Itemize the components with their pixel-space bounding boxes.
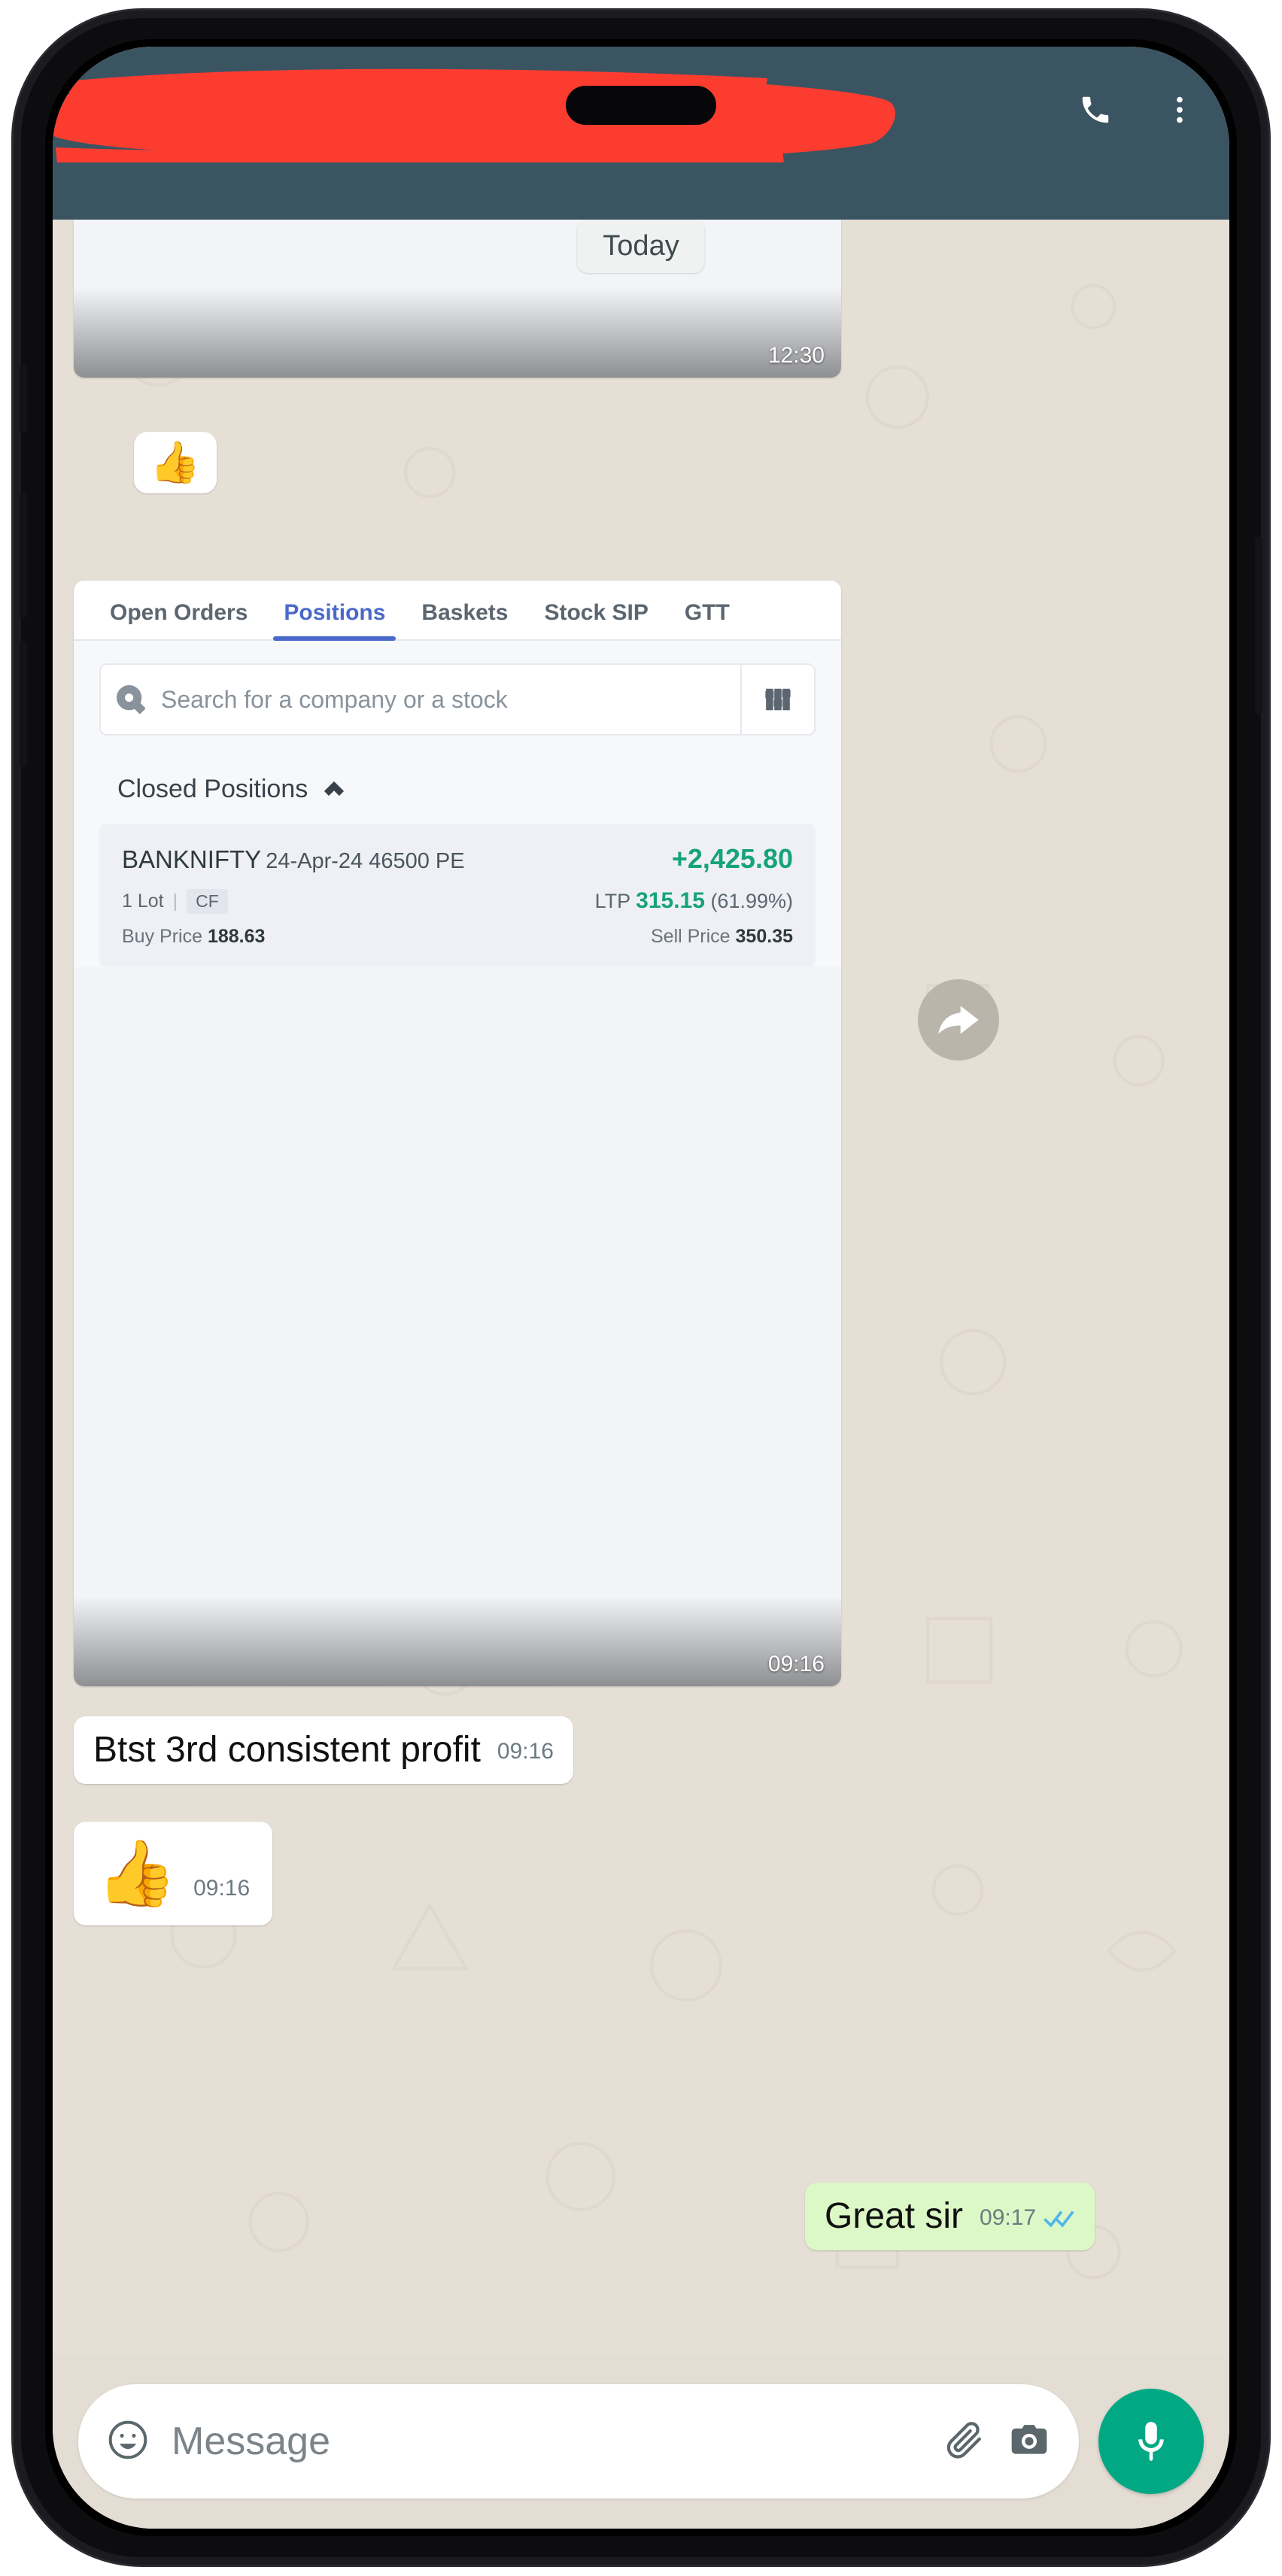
message-timestamp: 09:16 [193,1876,251,1901]
read-receipt-double-check-icon [1044,2208,1075,2228]
header-actions [1076,90,1199,129]
thumbs-up-icon: 👍 [96,1837,178,1910]
date-divider-label: Today [603,230,679,262]
buy-price-value: 188.63 [207,926,266,947]
position-pnl: +2,425.80 [671,843,793,874]
message-timestamp: 09:17 [980,2205,1037,2231]
emoji-message-bubble[interactable]: 👍 [134,432,217,493]
tab-open-orders[interactable]: Open Orders [92,600,266,639]
messages-container: 12:30 👍 Today Open Orders Positions Bask… [53,220,1229,2354]
overflow-menu-icon[interactable] [1160,90,1199,129]
phone-icon[interactable] [1076,90,1115,129]
tab-positions[interactable]: Positions [266,600,403,641]
message-timestamp: 09:16 [767,1652,825,1676]
app-tab-bar[interactable]: Open Orders Positions Baskets Stock SIP … [74,581,841,641]
forward-message-button[interactable] [918,979,999,1060]
message-timestamp: 12:30 [767,343,825,368]
filter-sliders-icon[interactable] [740,665,814,734]
power-button[interactable] [1255,537,1262,715]
chat-header [53,47,1229,220]
phone-screen: 12:30 👍 Today Open Orders Positions Bask… [53,47,1229,2529]
position-expiry: 24-Apr-24 46500 PE [266,849,465,873]
date-divider: Today [577,220,705,273]
image-message-bubble[interactable]: 12:30 [74,220,841,378]
sell-price-label: Sell Price [650,926,731,947]
ltp-change: (61.99%) [710,890,793,912]
search-icon [101,685,161,714]
message-meta: 09:16 [193,1876,250,1906]
position-row-symbol: BANKNIFTY 24-Apr-24 46500 PE +2,425.80 [122,843,793,875]
volume-up-button[interactable] [20,492,27,618]
closed-positions-section-header[interactable]: Closed Positions [117,775,841,804]
microphone-icon [1138,2422,1164,2461]
message-input[interactable]: Message [172,2419,921,2464]
text-message-bubble[interactable]: Btst 3rd consistent profit 09:16 [74,1716,573,1785]
chat-message-list[interactable]: 12:30 👍 Today Open Orders Positions Bask… [53,220,1229,2354]
message-text: Great sir [825,2196,964,2236]
message-meta: 09:16 [497,1739,554,1769]
position-row-prices: Buy Price 188.63 Sell Price 350.35 [122,926,793,948]
tab-stock-sip[interactable]: Stock SIP [526,600,666,639]
image-message-bubble-app[interactable]: Open Orders Positions Baskets Stock SIP … [74,581,841,1686]
volume-down-button[interactable] [20,641,27,767]
image-gradient-overlay [74,287,841,378]
message-timestamp: 09:16 [497,1739,554,1764]
search-input[interactable]: Search for a company or a stock [161,686,740,714]
tab-baskets[interactable]: Baskets [403,600,526,639]
image-gradient-overlay [74,1596,841,1686]
position-card[interactable]: BANKNIFTY 24-Apr-24 46500 PE +2,425.80 1 … [99,824,816,967]
phone-frame: 12:30 👍 Today Open Orders Positions Bask… [14,11,1268,2565]
message-input-bar: Message [53,2354,1229,2529]
message-meta: 09:17 [980,2205,1075,2235]
emoji-smiley-icon[interactable] [107,2419,149,2465]
stock-search-bar[interactable]: Search for a company or a stock [99,663,816,736]
position-row-lots: 1 Lot | CF LTP 315.15 (61.99%) [122,888,793,914]
tab-gtt[interactable]: GTT [667,600,748,639]
emoji-message-bubble-2[interactable]: 👍 09:16 [74,1822,273,1925]
thumbs-up-icon: 👍 [150,440,201,485]
mute-switch[interactable] [20,364,27,433]
position-lots: 1 Lot [122,890,164,912]
position-product-badge: CF [187,888,228,914]
device-notch [566,86,716,125]
buy-price-label: Buy Price [122,926,202,947]
composer[interactable]: Message [78,2384,1079,2499]
message-text: Btst 3rd consistent profit [93,1730,481,1770]
outgoing-text-message-bubble[interactable]: Great sir 09:17 [805,2183,1095,2251]
camera-icon[interactable] [1008,2419,1050,2465]
chevron-up-icon[interactable] [323,778,345,801]
ltp-value: 315.15 [636,888,705,913]
separator: | [172,890,178,912]
voice-record-button[interactable] [1098,2389,1204,2494]
broker-app-screenshot: Open Orders Positions Baskets Stock SIP … [74,581,841,967]
phone-bezel: 12:30 👍 Today Open Orders Positions Bask… [45,39,1237,2536]
sell-price-value: 350.35 [735,926,793,947]
section-title: Closed Positions [117,775,308,803]
paperclip-icon[interactable] [943,2419,986,2465]
redaction-scribble [53,65,910,162]
position-symbol: BANKNIFTY 24-Apr-24 46500 PE [122,845,465,873]
ltp-label: LTP [594,890,630,912]
